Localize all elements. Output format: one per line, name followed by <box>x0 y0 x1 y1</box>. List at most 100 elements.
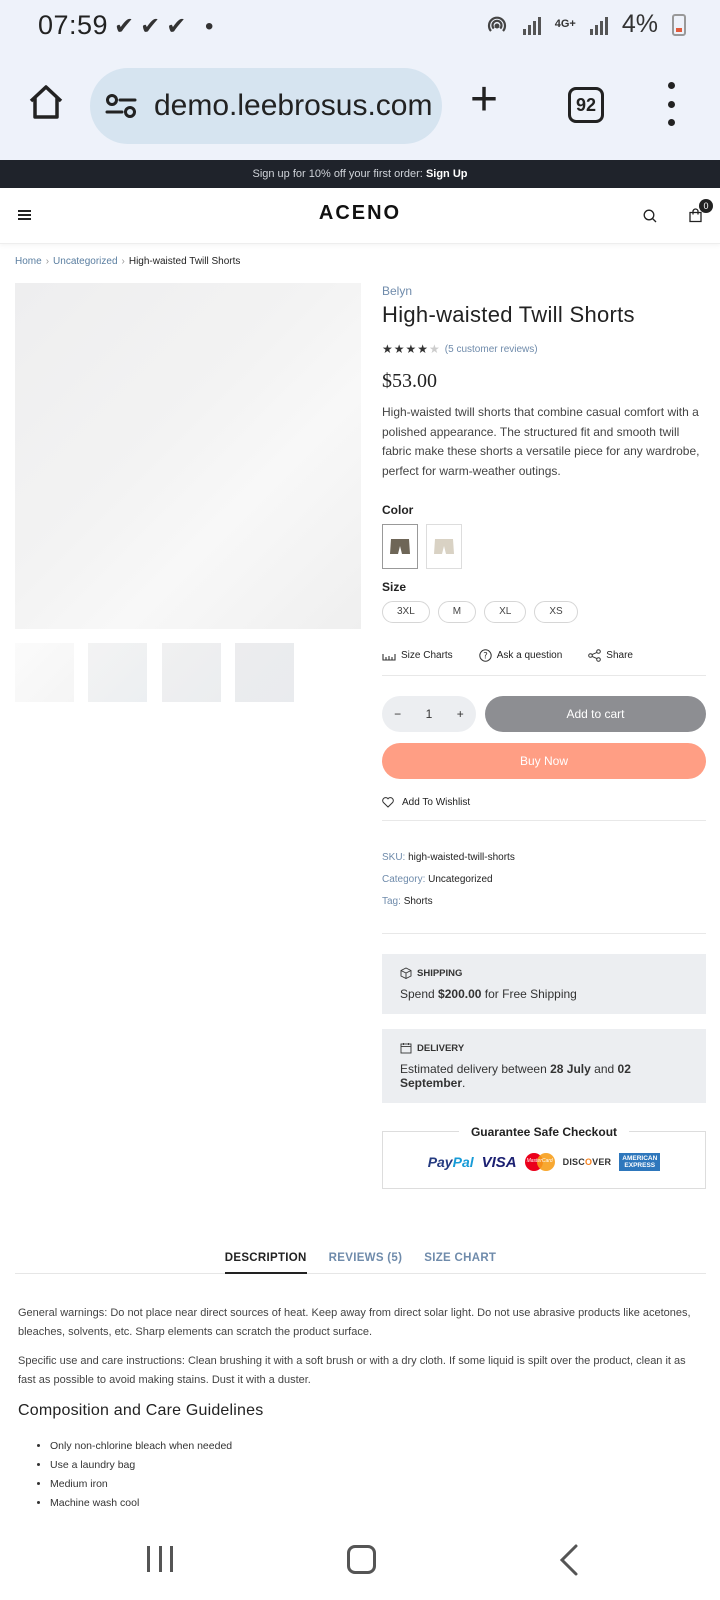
visa-logo: VISA <box>481 1153 517 1171</box>
product-summary: Belyn High-waisted Twill Shorts ★★★★★ (5… <box>382 284 706 1189</box>
product-tabs: DESCRIPTION REVIEWS (5) SIZE CHART <box>15 1250 706 1274</box>
heart-icon <box>382 797 394 808</box>
breadcrumb: Home › Uncategorized › High-waisted Twill Sh… <box>15 256 241 267</box>
size-option-xl[interactable]: XL <box>484 601 527 623</box>
quantity-input[interactable]: 1 <box>419 707 439 721</box>
product-brand[interactable]: Belyn <box>382 284 706 298</box>
list-item: Use a laundry bag <box>50 1456 232 1475</box>
back-icon[interactable] <box>554 1543 584 1577</box>
size-charts-button[interactable]: Size Charts <box>382 650 453 661</box>
promo-text: Sign up for 10% off your first order: <box>252 168 423 180</box>
delivery-mid: and <box>594 1062 615 1076</box>
guidelines-list: Only non-chlorine bleach when needed Use… <box>50 1437 232 1513</box>
home-icon[interactable] <box>26 82 66 122</box>
divider <box>382 933 706 934</box>
home-button-icon[interactable] <box>347 1545 376 1574</box>
product-thumbnail[interactable] <box>88 643 147 702</box>
ruler-icon <box>382 653 396 661</box>
divider <box>382 675 706 676</box>
product-short-description: High-waisted twill shorts that combine c… <box>382 405 700 478</box>
size-option-xs[interactable]: XS <box>534 601 578 623</box>
product-main-image[interactable] <box>15 283 361 629</box>
list-item: Only non-chlorine bleach when needed <box>50 1437 232 1456</box>
promo-banner: Sign up for 10% off your first order: Si… <box>0 160 720 188</box>
delivery-dot: . <box>462 1076 466 1090</box>
safe-checkout-title: Guarantee Safe Checkout <box>458 1125 630 1139</box>
tab-description[interactable]: DESCRIPTION <box>224 1250 307 1274</box>
color-options <box>382 524 706 569</box>
recent-apps-icon[interactable] <box>147 1546 173 1572</box>
sku-label: SKU: <box>382 852 406 863</box>
tag-link[interactable]: Shorts <box>404 896 433 907</box>
size-options: 3XL M XL XS <box>382 601 706 623</box>
guidelines-heading: Composition and Care Guidelines <box>18 1402 264 1419</box>
color-swatch-beige[interactable] <box>426 524 462 569</box>
site-logo[interactable]: ACENO <box>0 202 720 225</box>
ask-question-label: Ask a question <box>496 650 563 661</box>
list-item: Medium iron <box>50 1475 232 1494</box>
more-icon[interactable] <box>666 82 676 126</box>
product-price: $53.00 <box>382 370 437 392</box>
amex-logo: AMERICAN EXPRESS <box>619 1153 661 1171</box>
cart-count-badge: 0 <box>699 199 713 213</box>
notification-check-icons: ✔✔✔ • <box>114 13 220 40</box>
reviews-link[interactable]: (5 customer reviews) <box>445 344 538 355</box>
color-swatch-dark-olive[interactable] <box>382 524 418 569</box>
delivery-text: Estimated delivery between 28 July and 0… <box>400 1062 688 1090</box>
divider <box>382 820 706 821</box>
wishlist-button[interactable]: Add To Wishlist <box>382 797 706 808</box>
share-button[interactable]: Share <box>588 649 633 662</box>
status-time: 07:59 <box>38 10 109 40</box>
tabs-icon[interactable]: 92 <box>568 87 604 123</box>
care-instructions-text: Specific use and care instructions: Clea… <box>18 1355 686 1386</box>
quantity-stepper: − 1 + <box>382 696 476 732</box>
size-option-m[interactable]: M <box>437 601 477 623</box>
wishlist-label: Add To Wishlist <box>402 797 471 808</box>
signup-link[interactable]: Sign Up <box>426 168 468 180</box>
add-to-cart-button[interactable]: Add to cart <box>485 696 706 732</box>
tab-size-chart[interactable]: SIZE CHART <box>424 1250 496 1274</box>
signal-icon <box>522 15 541 35</box>
product-thumbnail[interactable] <box>235 643 294 702</box>
description-content: General warnings: Do not place near dire… <box>18 1304 702 1390</box>
safe-checkout-box: Guarantee Safe Checkout PayPal VISA Mast… <box>382 1125 706 1189</box>
product-thumbnail[interactable] <box>15 643 74 702</box>
list-item: Machine wash cool <box>50 1494 232 1513</box>
breadcrumb-home[interactable]: Home <box>15 256 42 267</box>
delivery-start: 28 July <box>550 1062 591 1076</box>
quantity-increase-button[interactable]: + <box>450 707 470 721</box>
search-icon[interactable] <box>643 209 657 223</box>
signal-icon-2 <box>589 15 608 35</box>
quantity-decrease-button[interactable]: − <box>388 707 408 721</box>
mastercard-logo: MasterCard <box>524 1153 555 1171</box>
battery-percent: 4% <box>621 10 658 38</box>
product-actions: Size Charts ? Ask a question Share <box>382 649 706 662</box>
paypal-logo: PayPal <box>427 1154 474 1170</box>
color-label: Color <box>382 503 414 517</box>
status-icons: 4G+ 4% <box>485 10 686 39</box>
buy-now-button[interactable]: Buy Now <box>382 743 706 779</box>
box-icon <box>400 967 412 979</box>
size-option-3xl[interactable]: 3XL <box>382 601 430 623</box>
breadcrumb-category[interactable]: Uncategorized <box>53 256 117 267</box>
share-icon <box>588 649 602 662</box>
share-label: Share <box>606 650 633 661</box>
question-icon: ? <box>478 649 492 662</box>
category-link[interactable]: Uncategorized <box>428 874 492 885</box>
site-settings-icon[interactable] <box>104 89 138 123</box>
new-tab-plus-icon[interactable]: + <box>470 72 498 127</box>
network-type: 4G+ <box>554 18 576 30</box>
product-title: High-waisted Twill Shorts <box>382 302 635 327</box>
svg-text:?: ? <box>483 652 488 662</box>
battery-icon <box>672 13 686 36</box>
ask-question-button[interactable]: ? Ask a question <box>478 649 563 662</box>
shipping-text: Spend $200.00 for Free Shipping <box>400 987 688 1001</box>
breadcrumb-current: High-waisted Twill Shorts <box>128 256 241 267</box>
tab-reviews[interactable]: REVIEWS (5) <box>329 1250 403 1274</box>
sku-value: high-waisted-twill-shorts <box>408 852 515 863</box>
address-bar[interactable]: demo.leebrosus.com <box>90 68 442 144</box>
size-charts-label: Size Charts <box>401 650 453 661</box>
product-thumbnail[interactable] <box>162 643 221 702</box>
url-text: demo.leebrosus.com <box>154 89 433 122</box>
shipping-post: for Free Shipping <box>484 987 577 1001</box>
